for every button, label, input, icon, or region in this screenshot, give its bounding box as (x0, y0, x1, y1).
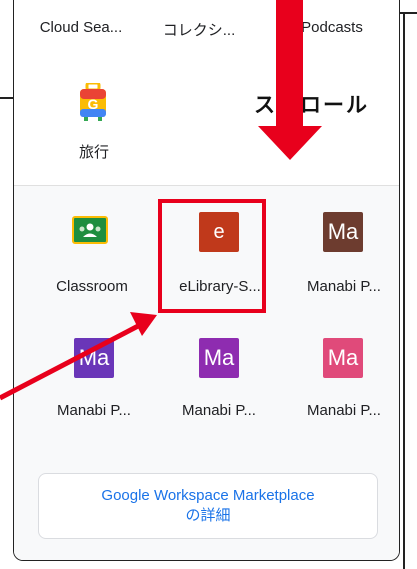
pointer-arrow-icon (0, 312, 157, 401)
annotation-arrows (0, 0, 322, 401)
scroll-down-arrow-icon (258, 0, 322, 160)
